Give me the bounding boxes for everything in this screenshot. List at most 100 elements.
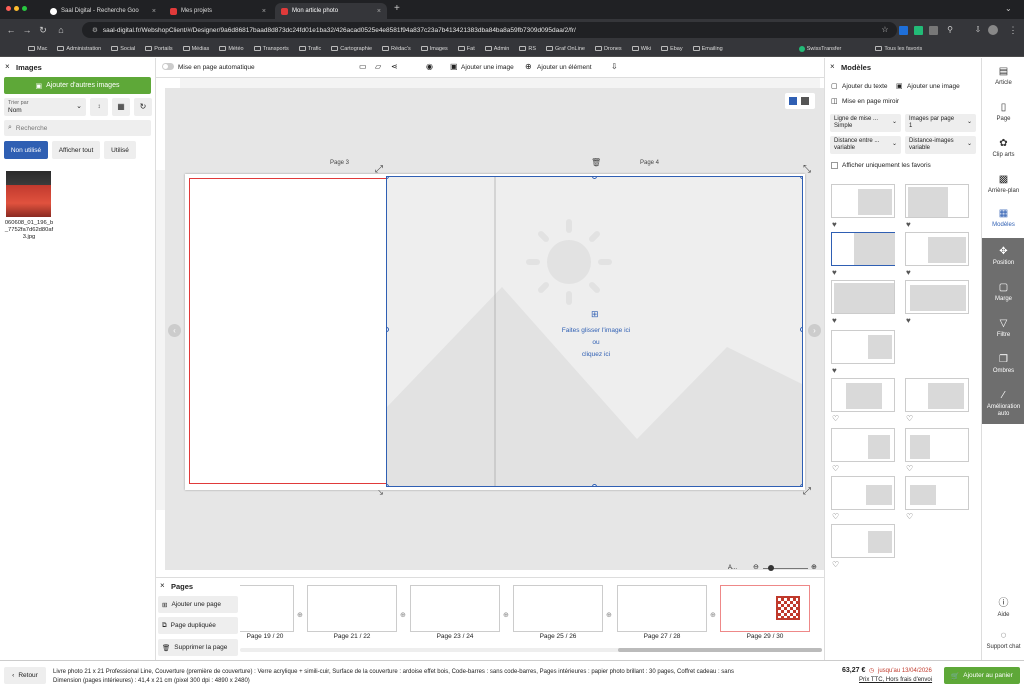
bookmark[interactable]: Admin xyxy=(484,46,509,52)
bookmark[interactable]: SwissTransfer xyxy=(798,45,841,52)
filter-used[interactable]: Utilisé xyxy=(104,141,136,159)
page-3-safe-area[interactable] xyxy=(189,178,386,484)
chevron-down-icon[interactable]: ⌄ xyxy=(1005,4,1012,13)
drop-hint[interactable]: Faites glisser l'image ici ou cliquez ic… xyxy=(537,325,655,361)
add-image-toolbar-button[interactable]: Ajouter une image xyxy=(461,64,514,71)
heart-outline-icon[interactable]: ♡ xyxy=(832,560,839,569)
back-icon[interactable]: ← xyxy=(4,23,18,37)
pages-scrollbar-thumb[interactable] xyxy=(618,648,822,652)
avatar[interactable] xyxy=(988,25,998,35)
template-thumbnail[interactable] xyxy=(831,524,895,558)
insert-page-icon[interactable]: ⊕ xyxy=(606,611,612,619)
zoom-slider-handle[interactable] xyxy=(768,565,774,571)
insert-page-icon[interactable]: ⊕ xyxy=(400,611,406,619)
sort-select[interactable]: Trier par Nom ⌄ xyxy=(4,98,86,116)
single-view-icon[interactable] xyxy=(789,97,797,105)
reload-icon[interactable]: ↻ xyxy=(36,23,50,37)
page-thumbnail[interactable] xyxy=(307,585,397,632)
heart-outline-icon[interactable]: ♡ xyxy=(906,464,913,473)
bookmark[interactable]: Portails xyxy=(145,46,173,52)
resize-handle[interactable] xyxy=(800,177,802,179)
share-icon[interactable]: ⋖ xyxy=(391,62,398,71)
forward-icon[interactable]: → xyxy=(20,23,34,37)
bookmark[interactable]: Ebay xyxy=(661,46,683,52)
window-minimize-dot[interactable] xyxy=(14,6,19,11)
bookmark[interactable]: Météo xyxy=(219,46,244,52)
close-icon[interactable]: × xyxy=(160,581,165,590)
template-thumbnail[interactable] xyxy=(905,232,969,266)
back-button[interactable]: ‹ Retour xyxy=(4,667,46,684)
window-zoom-dot[interactable] xyxy=(22,6,27,11)
bookmark[interactable]: RS xyxy=(519,46,536,52)
delete-page-button[interactable]: 🗑 Supprimer la page xyxy=(158,639,238,656)
bookmark[interactable]: Images xyxy=(420,46,448,52)
zoom-in-icon[interactable]: ⊕ xyxy=(811,563,817,571)
add-page-button[interactable]: ⊞ Ajouter une page xyxy=(158,596,238,613)
save-icon[interactable]: ▭ xyxy=(359,62,367,71)
bookmark[interactable]: Transports xyxy=(253,46,289,52)
insert-page-icon[interactable]: ⊕ xyxy=(710,611,716,619)
all-bookmarks[interactable]: Tous les favoris xyxy=(875,46,922,52)
distance-images-select[interactable]: Distance-images variable ⌄ xyxy=(905,136,976,154)
tool-article[interactable]: ▤ Article xyxy=(982,66,1024,86)
close-icon[interactable]: × xyxy=(377,8,381,15)
folder-open-icon[interactable]: ▱ xyxy=(375,62,381,71)
bookmark[interactable]: Emailing xyxy=(692,46,723,52)
tool-margin[interactable]: ▢ Marge xyxy=(982,282,1024,302)
heart-outline-icon[interactable]: ♡ xyxy=(906,512,913,521)
page-thumbnail[interactable] xyxy=(513,585,603,632)
add-element-button[interactable]: Ajouter un élément xyxy=(537,64,592,71)
heart-filled-icon[interactable]: ♥ xyxy=(832,366,837,375)
home-icon[interactable]: ⌂ xyxy=(54,23,68,37)
trash-icon[interactable]: 🗑 xyxy=(591,158,601,167)
heart-outline-icon[interactable]: ♡ xyxy=(832,464,839,473)
sort-direction-button[interactable]: ↕ xyxy=(90,98,108,116)
bookmark[interactable]: Wiki xyxy=(631,46,651,52)
page-thumbnail[interactable] xyxy=(720,585,810,632)
prev-page-button[interactable]: ‹ xyxy=(168,324,181,337)
close-icon[interactable]: × xyxy=(5,62,10,71)
resize-handle[interactable] xyxy=(387,484,389,486)
template-thumbnail[interactable] xyxy=(905,378,969,412)
template-thumbnail[interactable] xyxy=(831,184,895,218)
extension-icon[interactable] xyxy=(929,26,938,35)
add-text-button[interactable]: Ajouter du texte xyxy=(842,83,888,90)
tool-clip-arts[interactable]: ✿ Clip arts xyxy=(982,138,1024,158)
tab-mes-projets[interactable]: Mes projets × xyxy=(164,3,272,19)
add-to-cart-button[interactable]: 🛒 Ajouter au panier xyxy=(944,667,1020,684)
search-field[interactable]: ⌕ Recherche xyxy=(4,120,151,136)
favorites-checkbox[interactable] xyxy=(831,162,838,169)
heart-filled-icon[interactable]: ♥ xyxy=(906,316,911,325)
resize-handle[interactable] xyxy=(800,327,802,332)
insert-page-icon[interactable]: ⊕ xyxy=(503,611,509,619)
page-thumbnail[interactable] xyxy=(617,585,707,632)
page-thumbnail[interactable] xyxy=(410,585,500,632)
tool-background[interactable]: ▩ Arrière-plan xyxy=(982,174,1024,194)
add-images-button[interactable]: ▣ Ajouter d'autres images xyxy=(4,77,151,94)
heart-outline-icon[interactable]: ♡ xyxy=(832,512,839,521)
heart-outline-icon[interactable]: ♡ xyxy=(906,414,913,423)
close-icon[interactable]: × xyxy=(830,62,835,71)
bookmark[interactable]: Médias xyxy=(182,46,209,52)
tool-help[interactable]: ⓘ Aide xyxy=(982,598,1024,618)
resize-handle[interactable] xyxy=(592,484,597,486)
refresh-button[interactable]: ↻ xyxy=(134,98,152,116)
tab-google[interactable]: Saal Digital - Recherche Goo × xyxy=(44,3,162,19)
bookmark[interactable]: Graf OnLine xyxy=(545,46,585,52)
layout-line-select[interactable]: Ligne de mise ... Simple ⌄ xyxy=(830,114,901,132)
bookmark[interactable]: Rédac's xyxy=(382,46,411,52)
heart-filled-icon[interactable]: ♥ xyxy=(906,220,911,229)
download-icon[interactable]: ⇩ xyxy=(971,23,985,37)
template-thumbnail[interactable] xyxy=(905,428,969,462)
image-placeholder-frame[interactable]: ⊞ Faites glisser l'image ici ou cliquez … xyxy=(386,176,803,487)
window-close-dot[interactable] xyxy=(6,6,11,11)
bookmark[interactable]: Drones xyxy=(594,46,622,52)
zoom-mode-select[interactable]: A... xyxy=(728,565,737,571)
duplicate-page-button[interactable]: ⧉ Page dupliquée xyxy=(158,617,238,634)
new-tab-button[interactable]: + xyxy=(394,3,400,14)
grid-view-button[interactable]: ▦ xyxy=(112,98,130,116)
site-info-icon[interactable]: ⚙ xyxy=(92,26,98,34)
tool-auto-enhance[interactable]: ⁄ Amélioration auto xyxy=(982,390,1024,418)
view-mode-toggle[interactable] xyxy=(785,93,815,109)
template-thumbnail[interactable] xyxy=(831,330,895,364)
